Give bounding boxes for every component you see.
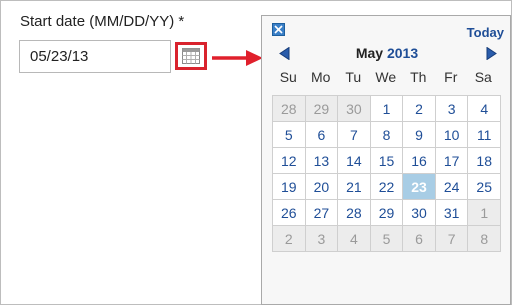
day-cell[interactable]: 1 — [468, 200, 501, 226]
weekday-header: Su — [279, 69, 297, 85]
weekday-header: We — [375, 69, 397, 85]
chevron-right-icon — [486, 46, 497, 60]
next-month-button[interactable] — [484, 46, 498, 60]
day-cell[interactable]: 3 — [435, 96, 469, 122]
day-cell[interactable]: 18 — [468, 148, 501, 174]
calendar-popup: Today May 2013 Su Mo Tu We Th Fr Sa 28 29 30 1 2 3 4… — [261, 15, 511, 305]
month-year-title: May 2013 — [262, 45, 512, 61]
weekday-header: Th — [410, 69, 427, 85]
day-cell[interactable]: 14 — [338, 148, 371, 174]
calendar-icon — [182, 48, 200, 64]
day-cell[interactable]: 28 — [273, 96, 306, 122]
day-cell[interactable]: 6 — [403, 226, 436, 252]
day-cell[interactable]: 26 — [273, 200, 306, 226]
day-cell[interactable]: 21 — [338, 174, 371, 200]
day-cell[interactable]: 27 — [305, 200, 339, 226]
day-cell[interactable]: 8 — [468, 226, 501, 252]
day-cell[interactable]: 8 — [370, 122, 404, 148]
day-cell[interactable]: 4 — [338, 226, 371, 252]
weekday-header: Mo — [311, 69, 331, 85]
day-cell[interactable]: 24 — [435, 174, 469, 200]
day-cell-selected[interactable]: 23 — [403, 174, 436, 200]
start-date-label: Start date (MM/DD/YY) * — [20, 13, 185, 30]
day-cell[interactable]: 2 — [273, 226, 306, 252]
day-cell[interactable]: 28 — [338, 200, 371, 226]
day-cell[interactable]: 1 — [370, 96, 404, 122]
close-button[interactable] — [272, 23, 285, 36]
start-date-input[interactable] — [19, 40, 171, 73]
day-cell[interactable]: 13 — [305, 148, 339, 174]
calendar-button[interactable] — [175, 42, 207, 70]
day-cell[interactable]: 10 — [435, 122, 469, 148]
page-frame: Start date (MM/DD/YY) * Today — [0, 0, 512, 305]
day-cell[interactable]: 3 — [305, 226, 339, 252]
day-cell[interactable]: 9 — [403, 122, 436, 148]
weekday-header: Fr — [444, 69, 458, 85]
day-cell[interactable]: 7 — [338, 122, 371, 148]
day-cell[interactable]: 4 — [468, 96, 501, 122]
day-cell[interactable]: 2 — [403, 96, 436, 122]
weekday-header: Sa — [474, 69, 492, 85]
day-cell[interactable]: 11 — [468, 122, 501, 148]
weekday-header: Tu — [345, 69, 362, 85]
day-cell[interactable]: 31 — [435, 200, 469, 226]
today-link[interactable]: Today — [467, 25, 504, 40]
day-cell[interactable]: 5 — [370, 226, 404, 252]
right-arrow-icon — [212, 50, 263, 66]
day-cell[interactable]: 15 — [370, 148, 404, 174]
day-cell[interactable]: 5 — [273, 122, 306, 148]
day-cell[interactable]: 29 — [305, 96, 339, 122]
day-grid: 28 29 30 1 2 3 4 5 6 7 8 9 10 11 12 13 14 15 16 17 18 19 20 21 2… — [272, 95, 501, 252]
day-cell[interactable]: 25 — [468, 174, 501, 200]
day-cell[interactable]: 20 — [305, 174, 339, 200]
day-cell[interactable]: 30 — [403, 200, 436, 226]
weekday-header-row: Su Mo Tu We Th Fr Sa — [272, 69, 500, 85]
day-cell[interactable]: 19 — [273, 174, 306, 200]
day-cell[interactable]: 6 — [305, 122, 339, 148]
day-cell[interactable]: 7 — [435, 226, 469, 252]
year-label: 2013 — [386, 45, 419, 61]
day-cell[interactable]: 30 — [338, 96, 371, 122]
close-icon — [274, 25, 283, 34]
day-cell[interactable]: 16 — [403, 148, 436, 174]
day-cell[interactable]: 17 — [435, 148, 469, 174]
day-cell[interactable]: 22 — [370, 174, 404, 200]
day-cell[interactable]: 12 — [273, 148, 306, 174]
day-cell[interactable]: 29 — [370, 200, 404, 226]
month-label: May — [355, 45, 384, 61]
